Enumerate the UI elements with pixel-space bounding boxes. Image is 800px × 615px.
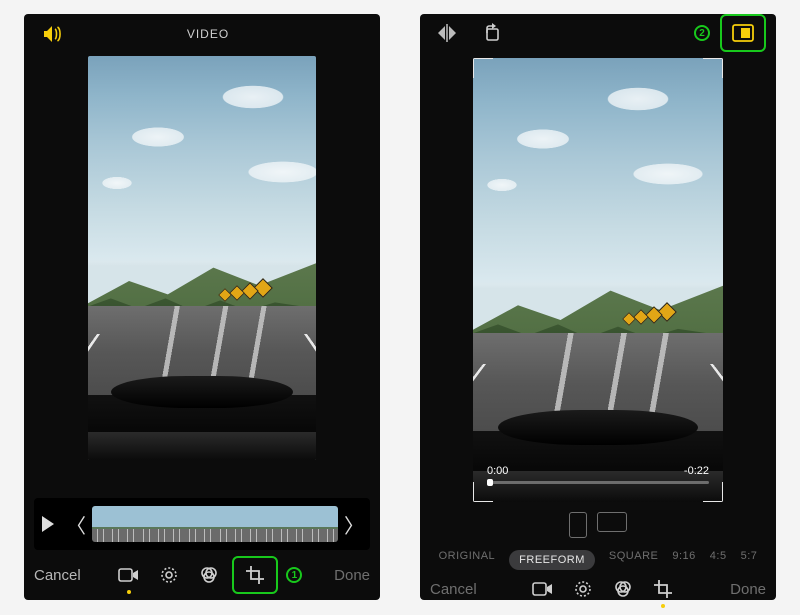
play-icon[interactable] — [42, 516, 54, 532]
time-scrubber[interactable]: 0:00 -0:22 — [487, 465, 709, 484]
right-video-area: 0:00 -0:22 — [420, 52, 776, 502]
cancel-button[interactable]: Cancel — [34, 567, 81, 584]
timeline-thumb[interactable] — [200, 506, 215, 542]
crop-tool-highlight — [232, 556, 278, 594]
video-tool-icon[interactable] — [112, 560, 146, 590]
aspect-options: ORIGINAL FREEFORM SQUARE 9:16 4:5 5:7 — [420, 540, 776, 574]
timeline-thumb[interactable] — [154, 506, 169, 542]
adjust-tool-icon[interactable] — [152, 560, 186, 590]
timeline-thumb[interactable] — [277, 506, 292, 542]
step-badge-2: 2 — [694, 25, 710, 41]
aspect-option-square[interactable]: SQUARE — [609, 550, 658, 570]
time-start: 0:00 — [487, 465, 508, 477]
crop-corner-br[interactable] — [703, 482, 723, 502]
timeline-thumb[interactable] — [123, 506, 138, 542]
timeline-thumb[interactable] — [184, 506, 199, 542]
aspect-option-5-7[interactable]: 5:7 — [741, 550, 758, 570]
trim-handle-left[interactable]: 〈 — [66, 510, 86, 539]
timeline-thumb[interactable] — [138, 506, 153, 542]
aspect-option-9-16[interactable]: 9:16 — [672, 550, 695, 570]
left-video-area — [24, 54, 380, 492]
left-bottombar: Cancel 1 Done — [24, 550, 380, 600]
phone-left: VIDEO 〈 〉 Cancel — [24, 14, 380, 600]
stage: VIDEO 〈 〉 Cancel — [0, 0, 800, 614]
timeline-thumb[interactable] — [215, 506, 230, 542]
flip-horizontal-icon[interactable] — [430, 18, 464, 48]
aspect-highlight — [720, 14, 766, 52]
crop-tool-icon[interactable] — [238, 560, 272, 590]
crop-corner-tl[interactable] — [473, 58, 493, 78]
trim-handle-right[interactable]: 〉 — [344, 510, 364, 539]
active-dot — [661, 604, 665, 608]
phone-right: 2 0:00 — [420, 14, 776, 600]
right-topbar: 2 — [420, 14, 776, 52]
rotate-icon[interactable] — [474, 18, 508, 48]
volume-icon[interactable] — [36, 19, 70, 49]
header-title: VIDEO — [70, 27, 346, 41]
video-preview[interactable] — [88, 56, 316, 460]
timeline[interactable]: 〈 〉 — [34, 498, 370, 550]
video-tool-icon[interactable] — [526, 574, 560, 604]
crop-corner-tr[interactable] — [703, 58, 723, 78]
timeline-thumb[interactable] — [107, 506, 122, 542]
scrubber-bar[interactable] — [487, 481, 709, 484]
timeline-thumb[interactable] — [246, 506, 261, 542]
timeline-thumbs[interactable] — [92, 506, 338, 542]
aspect-option-original[interactable]: ORIGINAL — [439, 550, 496, 570]
filters-tool-icon[interactable] — [606, 574, 640, 604]
aspect-option-freeform[interactable]: FREEFORM — [509, 550, 595, 570]
time-end: -0:22 — [684, 465, 709, 477]
right-bottombar: Cancel Done — [420, 574, 776, 604]
orientation-landscape[interactable] — [597, 512, 627, 532]
done-button[interactable]: Done — [730, 581, 766, 598]
timeline-thumb[interactable] — [292, 506, 307, 542]
crop-tool-icon[interactable] — [646, 574, 680, 604]
filters-tool-icon[interactable] — [192, 560, 226, 590]
timeline-thumb[interactable] — [307, 506, 322, 542]
timeline-thumb[interactable] — [230, 506, 245, 542]
orientation-portrait[interactable] — [569, 512, 587, 538]
active-dot — [127, 590, 131, 594]
timeline-thumb[interactable] — [323, 506, 338, 542]
timeline-thumb[interactable] — [92, 506, 107, 542]
timeline-thumb[interactable] — [169, 506, 184, 542]
aspect-option-4-5[interactable]: 4:5 — [710, 550, 727, 570]
timeline-thumb[interactable] — [261, 506, 276, 542]
orientation-picker — [420, 502, 776, 540]
crop-preview[interactable]: 0:00 -0:22 — [473, 58, 723, 502]
done-button[interactable]: Done — [334, 567, 370, 584]
aspect-ratio-icon[interactable] — [726, 18, 760, 48]
cancel-button[interactable]: Cancel — [430, 581, 477, 598]
step-badge-1: 1 — [286, 567, 302, 583]
left-topbar: VIDEO — [24, 14, 380, 54]
adjust-tool-icon[interactable] — [566, 574, 600, 604]
